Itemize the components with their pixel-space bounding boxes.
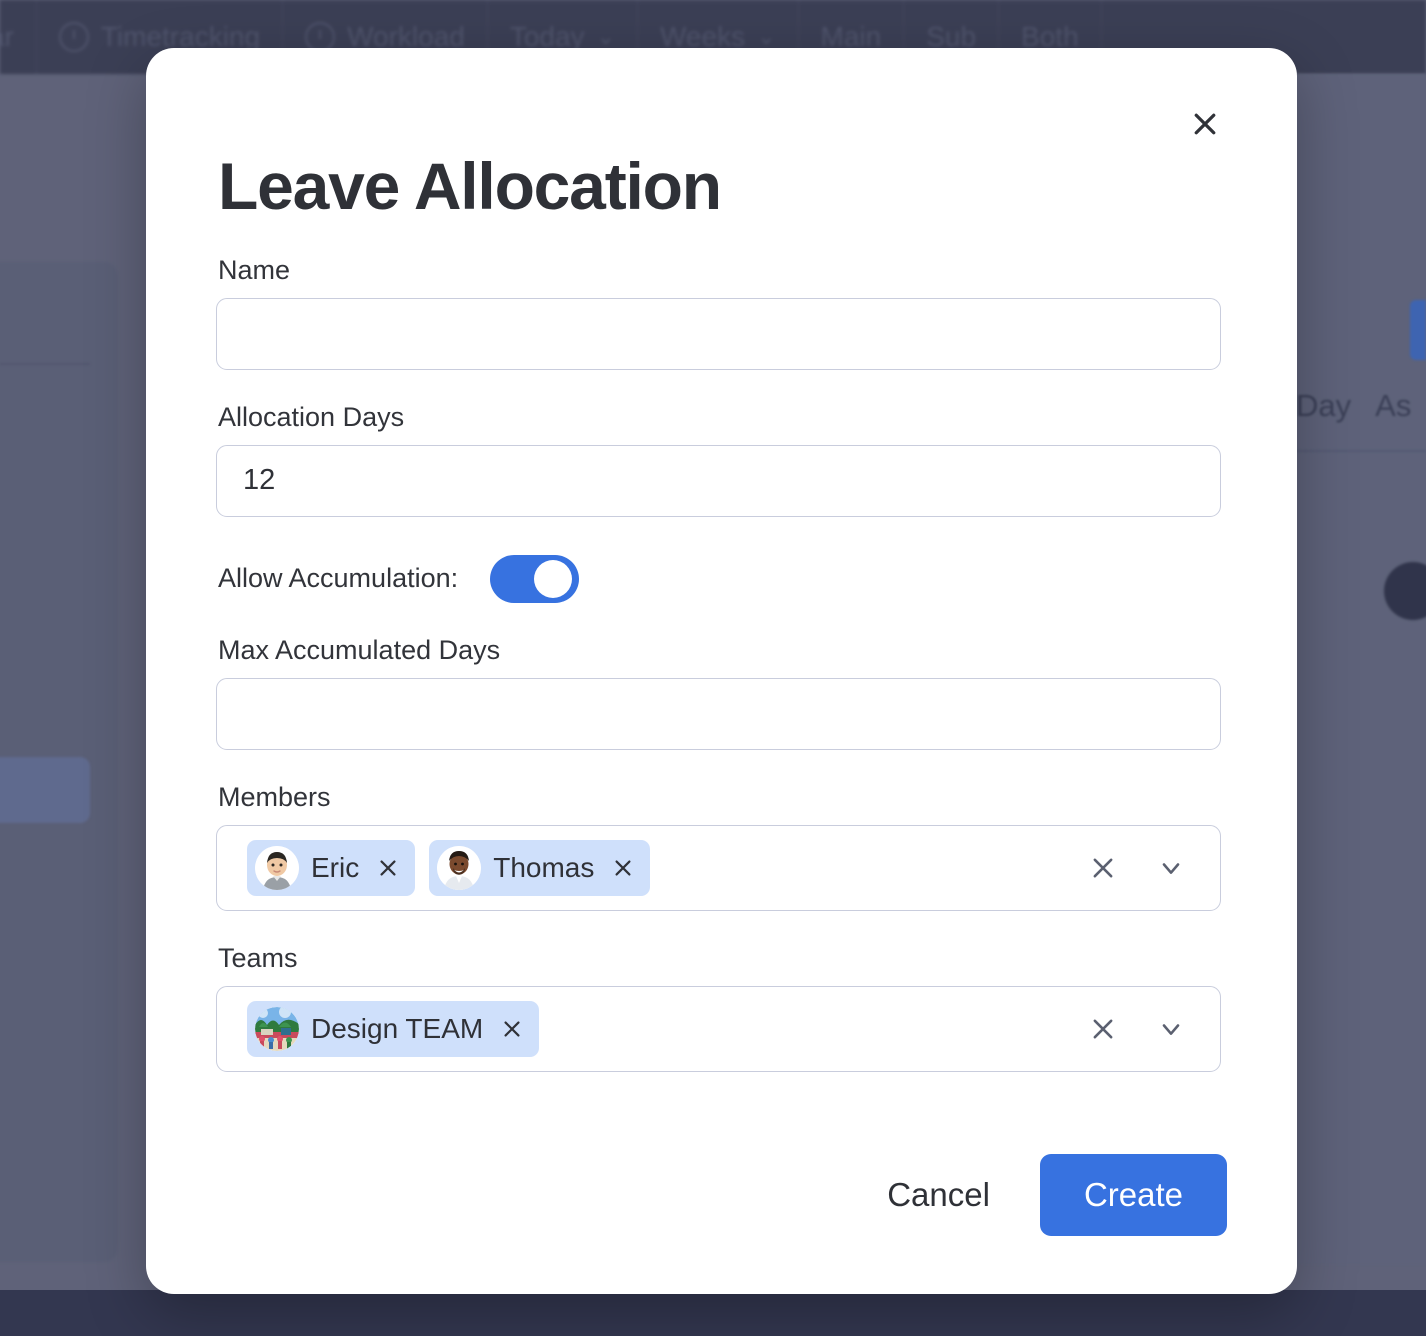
member-chip-label: Thomas <box>493 851 595 883</box>
field-name: Name <box>216 255 1227 370</box>
teams-multiselect[interactable]: Design TEAM <box>216 985 1221 1072</box>
members-multiselect[interactable]: Eric Thomas <box>216 824 1221 911</box>
member-chip-thomas[interactable]: Thomas <box>429 839 651 896</box>
chevron-down-icon <box>1162 862 1180 874</box>
avatar-eric <box>255 845 299 890</box>
avatar-design-team <box>255 1006 299 1051</box>
max-accumulated-days-input[interactable] <box>216 677 1221 750</box>
field-teams: Teams Design TEAM <box>216 943 1227 1072</box>
allow-accumulation-toggle[interactable] <box>490 554 580 603</box>
name-input[interactable] <box>216 297 1221 370</box>
field-members: Members Eric Thomas <box>216 782 1227 911</box>
teams-clear-button[interactable] <box>1086 1012 1120 1046</box>
members-actions <box>1086 851 1204 885</box>
member-chip-eric[interactable]: Eric <box>247 839 416 896</box>
close-icon <box>380 860 396 876</box>
field-allow-accumulation: Allow Accumulation: <box>218 554 1227 603</box>
close-button[interactable] <box>1185 104 1225 144</box>
leave-allocation-dialog: Leave Allocation Name Allocation Days Al… <box>146 48 1297 1294</box>
members-chip-list: Eric Thomas <box>247 830 1076 906</box>
members-label: Members <box>218 781 331 812</box>
dialog-header <box>216 48 1227 144</box>
team-chip-remove-button[interactable] <box>499 1016 525 1042</box>
allow-accumulation-label: Allow Accumulation: <box>218 563 459 594</box>
teams-dropdown-button[interactable] <box>1154 1012 1188 1046</box>
teams-chip-list: Design TEAM <box>247 991 1076 1067</box>
cancel-button[interactable]: Cancel <box>863 1160 1014 1230</box>
close-icon <box>615 860 631 876</box>
teams-label: Teams <box>218 942 298 973</box>
allocation-days-label: Allocation Days <box>218 401 405 432</box>
avatar-thomas-image <box>437 845 482 890</box>
team-chip-design-team[interactable]: Design TEAM <box>247 1000 540 1057</box>
members-clear-button[interactable] <box>1086 851 1120 885</box>
close-icon <box>1194 113 1216 135</box>
avatar-eric-image <box>255 845 299 890</box>
member-chip-label: Eric <box>311 851 360 883</box>
page-title: Leave Allocation <box>218 149 722 223</box>
close-icon <box>1093 858 1113 878</box>
close-icon <box>504 1021 520 1037</box>
teams-actions <box>1086 1012 1204 1046</box>
close-icon <box>1093 1019 1113 1039</box>
members-dropdown-button[interactable] <box>1154 851 1188 885</box>
max-accumulated-days-label: Max Accumulated Days <box>218 634 501 665</box>
allocation-days-input[interactable] <box>216 444 1221 517</box>
create-button[interactable]: Create <box>1039 1154 1227 1236</box>
member-chip-remove-button[interactable] <box>375 855 401 881</box>
member-chip-remove-button[interactable] <box>610 855 636 881</box>
field-allocation-days: Allocation Days <box>216 402 1227 517</box>
toggle-knob <box>534 559 573 598</box>
team-chip-label: Design TEAM <box>311 1012 484 1044</box>
background-bottom-bar <box>0 1290 1426 1336</box>
avatar-thomas <box>437 845 482 890</box>
field-max-accumulated-days: Max Accumulated Days <box>216 635 1227 750</box>
chevron-down-icon <box>1162 1023 1180 1035</box>
dialog-footer: Cancel Create <box>863 1154 1227 1236</box>
name-label: Name <box>218 254 291 285</box>
avatar-design-team-image <box>255 1006 299 1051</box>
